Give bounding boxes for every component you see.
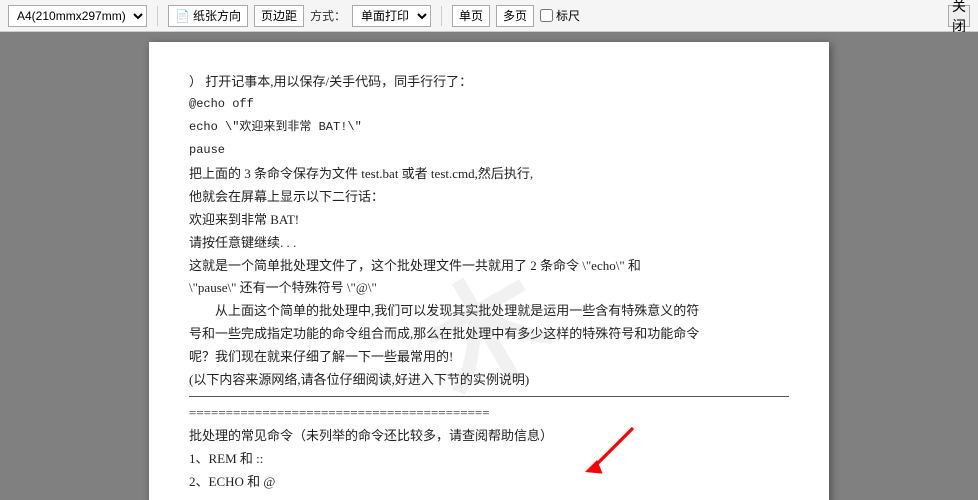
- method-select[interactable]: 单面打印: [352, 5, 431, 27]
- code-line-1: @echo off: [189, 95, 789, 114]
- multi-page-button[interactable]: 多页: [496, 5, 534, 27]
- para-7: 从上面这个简单的批处理中,我们可以发现其实批处理就是运用一些含有特殊意义的符: [189, 301, 789, 322]
- divider-text: ========================================…: [189, 403, 789, 424]
- ruler-checkbox[interactable]: [540, 9, 553, 22]
- method-label: 方式：: [310, 7, 346, 24]
- multi-page-label: 多页: [503, 7, 527, 24]
- single-page-label: 单页: [459, 7, 483, 24]
- toolbar-right: 关闭: [948, 5, 970, 27]
- paper-size-select[interactable]: A4(210mmx297mm): [8, 5, 147, 27]
- para-2: 他就会在屏幕上显示以下二行话：: [189, 187, 789, 208]
- divider: [189, 396, 789, 397]
- list-item-3: 3、PAUSE: [189, 495, 789, 500]
- main-area: 木 ） 打开记事本,用以保存/关手代码，同手行行了： @echo off ech…: [0, 32, 978, 500]
- code-line-3: pause: [189, 141, 789, 160]
- page-margin-label: 页边距: [261, 7, 297, 24]
- para-3: 欢迎来到非常 BAT!: [189, 210, 789, 231]
- paper-direction-button[interactable]: 📄 纸张方向: [168, 5, 248, 27]
- para-1: 把上面的 3 条命令保存为文件 test.bat 或者 test.cmd,然后执…: [189, 164, 789, 185]
- para-9: 呢？我们现在就来仔细了解一下一些最常用的!: [189, 347, 789, 368]
- line-intro: ） 打开记事本,用以保存/关手代码，同手行行了：: [189, 72, 789, 93]
- single-page-button[interactable]: 单页: [452, 5, 490, 27]
- ruler-checkbox-label[interactable]: 标尺: [540, 7, 580, 24]
- paper-direction-label: 纸张方向: [193, 7, 241, 24]
- separator-2: [441, 6, 442, 26]
- list-item-2: 2、ECHO 和 @: [189, 472, 789, 493]
- page-margin-button[interactable]: 页边距: [254, 5, 304, 27]
- code-line-2: echo \"欢迎来到非常 BAT!\": [189, 118, 789, 137]
- page-sheet: 木 ） 打开记事本,用以保存/关手代码，同手行行了： @echo off ech…: [149, 42, 829, 500]
- list-item-1: 1、REM 和 ::: [189, 449, 789, 470]
- print-toolbar: A4(210mmx297mm) 📄 纸张方向 页边距 方式： 单面打印 单页 多…: [0, 0, 978, 32]
- para-6: \"pause\" 还有一个特殊符号 \"@\": [189, 278, 789, 299]
- section-title: 批处理的常见命令（未列举的命令还比较多，请查阅帮助信息）: [189, 426, 789, 447]
- ruler-label: 标尺: [556, 7, 580, 24]
- page-content: ） 打开记事本,用以保存/关手代码，同手行行了： @echo off echo …: [189, 72, 789, 500]
- separator-1: [157, 6, 158, 26]
- close-icon: 关闭: [949, 0, 969, 36]
- para-5: 这就是一个简单批处理文件了，这个批处理文件一共就用了 2 条命令 \"echo\…: [189, 256, 789, 277]
- para-8: 号和一些完成指定功能的命令组合而成,那么在批处理中有多少这样的特殊符号和功能命令: [189, 324, 789, 345]
- paper-direction-icon: 📄: [175, 9, 190, 23]
- para-10: (以下内容来源网络,请各位仔细阅读,好进入下节的实例说明): [189, 370, 789, 391]
- para-4: 请按任意键继续. . .: [189, 233, 789, 254]
- close-button[interactable]: 关闭: [948, 5, 970, 27]
- page-preview: 木 ） 打开记事本,用以保存/关手代码，同手行行了： @echo off ech…: [0, 32, 978, 500]
